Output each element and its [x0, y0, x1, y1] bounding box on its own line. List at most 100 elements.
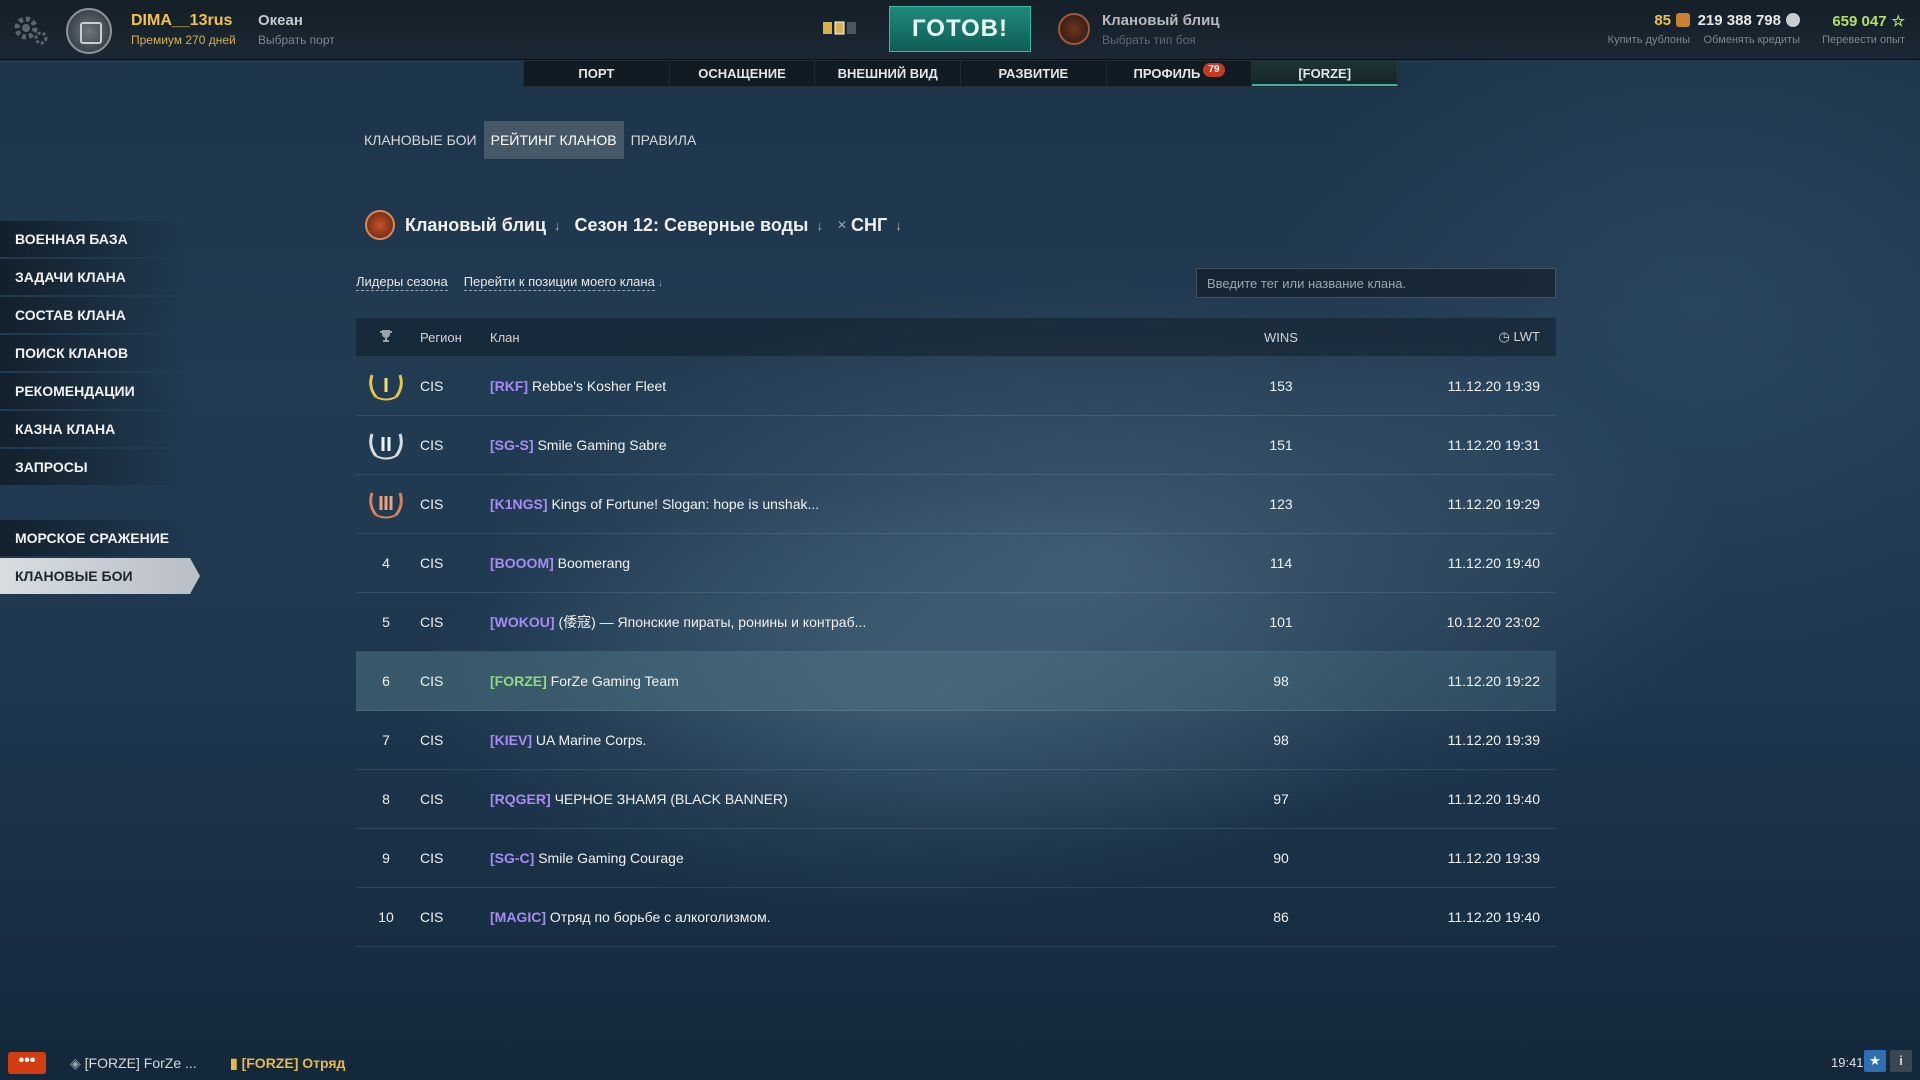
lwt-header[interactable]: ◷ LWT — [1336, 329, 1556, 345]
tab-profile[interactable]: ПРОФИЛЬ 79 — [1107, 61, 1253, 86]
battle-mode-name[interactable]: Клановый блиц — [1102, 12, 1220, 29]
clan-chat-icon: ◈ — [70, 1055, 85, 1071]
division-flags-icon[interactable] — [822, 20, 866, 36]
clan-tag[interactable]: [BOOOM] — [490, 555, 554, 571]
premium-status[interactable]: Премиум 270 дней — [131, 33, 236, 47]
username[interactable]: DIMA__13rus — [131, 12, 232, 30]
table-row[interactable]: 5 CIS [WOKOU] (倭寇) — Японские пираты, ро… — [356, 593, 1556, 652]
table-row[interactable]: 10 CIS [MAGIC] Отряд по борьбе с алкогол… — [356, 888, 1556, 947]
clan-tag[interactable]: [KIEV] — [490, 732, 532, 748]
table-row-own-clan[interactable]: 6 CIS [FORZE] ForZe Gaming Team 98 11.12… — [356, 652, 1556, 711]
wins-cell: 90 — [1273, 850, 1289, 866]
clan-tag[interactable]: [FORZE] — [490, 673, 547, 689]
sidebar-item-clan-members[interactable]: СОСТАВ КЛАНА — [0, 297, 190, 333]
division-label: [FORZE] Отряд — [241, 1055, 346, 1071]
subtab-rules[interactable]: ПРАВИЛА — [624, 121, 704, 159]
favorites-star-icon[interactable]: ★ — [1864, 1050, 1886, 1072]
table-row[interactable]: 9 CIS [SG-C] Smile Gaming Courage 90 11.… — [356, 829, 1556, 888]
wins-cell: 151 — [1269, 437, 1293, 453]
sidebar-item-clan-search[interactable]: ПОИСК КЛАНОВ — [0, 335, 190, 371]
port-name[interactable]: Океан — [258, 12, 303, 29]
clan-cell: [K1NGS] Kings of Fortune! Slogan: hope i… — [490, 496, 1226, 512]
gold-laurel-rank-1-icon — [369, 374, 403, 401]
goto-arrow-icon: ↓ — [657, 278, 663, 289]
bronze-laurel-rank-3-icon — [369, 492, 403, 519]
tab-equipment[interactable]: ОСНАЩЕНИЕ — [670, 61, 816, 86]
region-cell: CIS — [420, 850, 444, 866]
region-cell: CIS — [420, 909, 444, 925]
settings-gear-icon[interactable] — [10, 12, 50, 48]
port-select-hint[interactable]: Выбрать порт — [258, 33, 335, 47]
clan-sidebar: ВОЕННАЯ БАЗА ЗАДАЧИ КЛАНА СОСТАВ КЛАНА П… — [0, 221, 200, 596]
clan-tag[interactable]: [RKF] — [490, 378, 528, 394]
sidebar-item-clan-battles[interactable]: КЛАНОВЫЕ БОИ — [0, 558, 200, 594]
rank-header[interactable] — [356, 329, 416, 346]
clan-rating-table: Регион Клан WINS ◷ LWT CIS [RKF] Rebbe's… — [356, 317, 1556, 947]
convert-xp-link[interactable]: Перевести опыт — [1800, 34, 1905, 46]
clan-tag[interactable]: [WOKOU] — [490, 614, 555, 630]
table-row[interactable]: 7 CIS [KIEV] UA Marine Corps. 98 11.12.2… — [356, 711, 1556, 770]
sidebar-item-military-base[interactable]: ВОЕННАЯ БАЗА — [0, 221, 190, 257]
exchange-credits-link[interactable]: Обменять кредиты — [1680, 34, 1800, 46]
doubloons-balance[interactable]: 85 — [1610, 12, 1690, 29]
tab-development[interactable]: РАЗВИТИЕ — [961, 61, 1107, 86]
trophy-icon — [380, 329, 392, 342]
goto-my-clan[interactable]: Перейти к позиции моего клана ↓ — [463, 274, 663, 291]
region-cell: CIS — [420, 673, 444, 689]
tab-clan[interactable]: [FORZE] — [1252, 61, 1399, 86]
clan-cell: [RKF] Rebbe's Kosher Fleet — [490, 378, 1226, 394]
info-icon[interactable]: i — [1890, 1050, 1912, 1072]
clan-tag[interactable]: [SG-S] — [490, 437, 534, 453]
rank-cell: 5 — [382, 614, 390, 630]
clan-search-input[interactable] — [1196, 268, 1556, 298]
table-row[interactable]: CIS [RKF] Rebbe's Kosher Fleet 153 11.12… — [356, 357, 1556, 416]
rank-cell: 9 — [382, 850, 390, 866]
sidebar-item-clan-tasks[interactable]: ЗАДАЧИ КЛАНА — [0, 259, 190, 295]
mode-dropdown-arrow-icon[interactable]: ↓ — [554, 218, 561, 233]
subtab-clan-rating[interactable]: РЕЙТИНГ КЛАНОВ — [483, 121, 624, 159]
clan-tag[interactable]: [MAGIC] — [490, 909, 546, 925]
mode-dropdown[interactable]: Клановый блиц — [405, 215, 546, 236]
region-dropdown[interactable]: СНГ — [851, 215, 887, 236]
clan-header[interactable]: Клан — [490, 330, 1226, 345]
clan-name: UA Marine Corps. — [535, 732, 647, 748]
season-leaders-link[interactable]: Лидеры сезона — [356, 274, 448, 291]
sidebar-item-naval-battle[interactable]: МОРСКОЕ СРАЖЕНИЕ — [0, 520, 190, 556]
season-dropdown[interactable]: Сезон 12: Северные воды — [575, 215, 809, 236]
goto-my-clan-link[interactable]: Перейти к позиции моего клана — [463, 274, 655, 291]
subtab-clan-battles[interactable]: КЛАНОВЫЕ БОИ — [357, 121, 484, 159]
clan-name: Smile Gaming Courage — [538, 850, 684, 866]
region-header[interactable]: Регион — [416, 330, 490, 345]
credits-balance[interactable]: 219 388 798 — [1680, 12, 1800, 29]
table-row[interactable]: 8 CIS [RQGER] ЧЕРНОЕ ЗНАМЯ (BLACK BANNER… — [356, 770, 1556, 829]
season-dropdown-arrow-icon[interactable]: ↓ — [816, 218, 823, 233]
clock: 19:41 — [1831, 1055, 1864, 1070]
clan-tag[interactable]: [K1NGS] — [490, 496, 548, 512]
tab-label: ПРОФИЛЬ — [1133, 66, 1201, 81]
sidebar-item-requests[interactable]: ЗАПРОСЫ — [0, 449, 190, 485]
table-header: Регион Клан WINS ◷ LWT — [356, 317, 1556, 357]
table-row[interactable]: CIS [K1NGS] Kings of Fortune! Slogan: ho… — [356, 475, 1556, 534]
clan-cell: [WOKOU] (倭寇) — Японские пираты, ронины и… — [490, 612, 1226, 632]
table-row[interactable]: CIS [SG-S] Smile Gaming Sabre 151 11.12.… — [356, 416, 1556, 475]
battle-mode-hint[interactable]: Выбрать тип боя — [1102, 33, 1196, 47]
clan-cell: [SG-S] Smile Gaming Sabre — [490, 437, 1226, 453]
tab-port[interactable]: ПОРТ — [524, 61, 670, 86]
sidebar-item-recommendations[interactable]: РЕКОМЕНДАЦИИ — [0, 373, 190, 409]
wins-header[interactable]: WINS — [1226, 330, 1336, 345]
player-emblem-icon[interactable] — [66, 8, 112, 54]
clan-chat-channel[interactable]: ◈ [FORZE] ForZe ... — [70, 1055, 197, 1072]
tab-appearance[interactable]: ВНЕШНИЙ ВИД — [815, 61, 962, 86]
chat-menu-button[interactable]: ••• — [8, 1052, 46, 1074]
region-dropdown-arrow-icon[interactable]: ↓ — [895, 218, 902, 233]
buy-doubloons-link[interactable]: Купить дублоны — [1570, 34, 1690, 46]
clan-tag[interactable]: [SG-C] — [490, 850, 534, 866]
division-channel[interactable]: ▮ [FORZE] Отряд — [230, 1055, 345, 1072]
clan-tag[interactable]: [RQGER] — [490, 791, 551, 807]
free-xp-balance[interactable]: 659 047 ☆ — [1800, 12, 1905, 30]
sidebar-item-treasury[interactable]: КАЗНА КЛАНА — [0, 411, 190, 447]
ready-button[interactable]: ГОТОВ! — [889, 6, 1031, 52]
clan-blitz-mode-icon[interactable] — [1058, 13, 1090, 45]
table-row[interactable]: 4 CIS [BOOOM] Boomerang 114 11.12.20 19:… — [356, 534, 1556, 593]
